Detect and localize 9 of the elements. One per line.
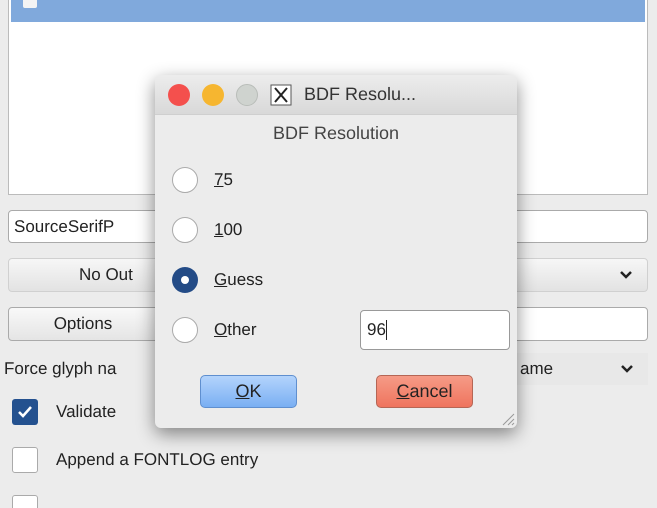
radio-label: 75 [214, 169, 234, 192]
dialog-heading: BDF Resolution [272, 122, 400, 145]
radio-label: 100 [214, 219, 244, 242]
checkbox-label: Append a FONTLOG entry [56, 449, 258, 472]
window-title: BDF Resolu... [304, 83, 416, 106]
checkbox-label: Validate [56, 401, 116, 424]
radio-label: Other [214, 319, 258, 342]
radio-label: Guess [214, 269, 264, 292]
force-glyph-label: Force glyph na [4, 358, 116, 380]
